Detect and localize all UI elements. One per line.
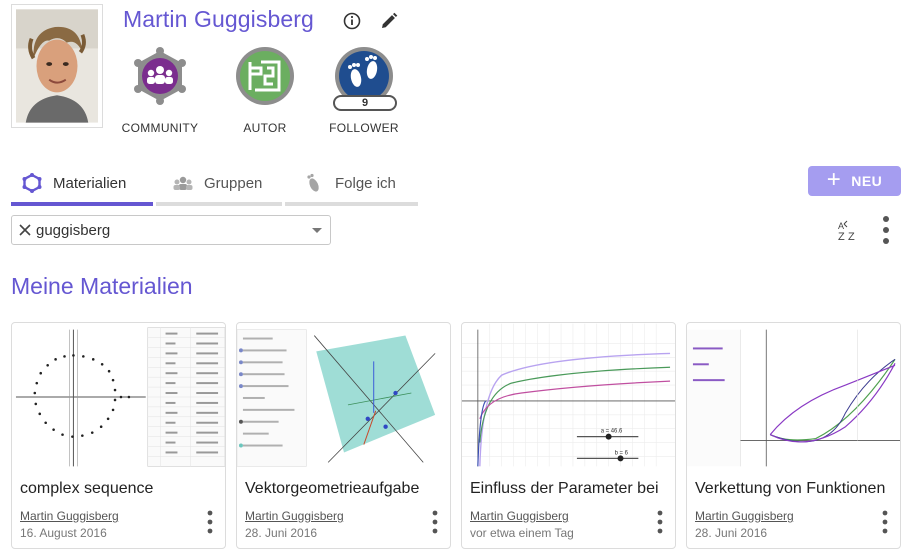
- thumbnail-image: a = 46.6 b = 6: [462, 323, 675, 467]
- svg-text:Z: Z: [848, 231, 855, 242]
- svg-text:b = 6: b = 6: [615, 450, 629, 456]
- badge-autor: AUTOR: [225, 46, 305, 135]
- material-card[interactable]: a = 46.6 b = 6 Einfluss der Parameter be…: [461, 322, 676, 549]
- material-thumbnail[interactable]: [687, 323, 900, 467]
- avatar-photo: [16, 9, 98, 123]
- material-author[interactable]: Martin Guggisberg: [470, 509, 569, 523]
- material-title[interactable]: Vektorgeometrieaufgabe: [245, 480, 446, 498]
- material-date: 28. Juni 2016: [695, 526, 768, 540]
- material-author[interactable]: Martin Guggisberg: [245, 509, 344, 523]
- pencil-icon[interactable]: [379, 11, 399, 31]
- badge-autor-label: AUTOR: [243, 121, 287, 135]
- material-author[interactable]: Martin Guggisberg: [20, 509, 119, 523]
- more-vert-icon[interactable]: [882, 510, 888, 534]
- badge-community-label: COMMUNITY: [121, 121, 199, 135]
- badge-follower: FOLLOWER: [324, 46, 404, 135]
- tab-materialien[interactable]: Materialien: [11, 160, 153, 206]
- more-vert-icon[interactable]: [880, 214, 892, 246]
- new-button[interactable]: + NEU: [808, 166, 901, 196]
- material-date: 28. Juni 2016: [245, 526, 318, 540]
- tab-materialien-indicator: [11, 202, 153, 206]
- svg-text:A: A: [838, 221, 844, 231]
- tab-gruppen[interactable]: Gruppen: [156, 160, 282, 206]
- follower-count[interactable]: 9: [333, 95, 397, 111]
- tab-folge-ich-label: Folge ich: [335, 174, 396, 192]
- more-vert-icon[interactable]: [207, 510, 213, 534]
- profile-name: Martin Guggisberg: [123, 6, 314, 32]
- material-date: vor etwa einem Tag: [470, 526, 574, 540]
- footprint-icon: [307, 173, 319, 192]
- tab-gruppen-label: Gruppen: [204, 174, 263, 192]
- author-icon: [236, 47, 294, 105]
- material-card[interactable]: Vektorgeometrieaufgabe Martin Guggisberg…: [236, 322, 451, 549]
- tab-materialien-label: Materialien: [53, 174, 127, 192]
- new-button-label: NEU: [851, 173, 883, 189]
- material-date: 16. August 2016: [20, 526, 107, 540]
- more-vert-icon[interactable]: [432, 510, 438, 534]
- caret-down-icon[interactable]: [312, 228, 322, 233]
- material-thumbnail[interactable]: [12, 323, 225, 467]
- section-title: Meine Materialien: [11, 273, 193, 299]
- material-title[interactable]: complex sequence: [20, 480, 221, 498]
- more-vert-icon[interactable]: [657, 510, 663, 534]
- svg-text:a = 46.6: a = 46.6: [601, 429, 623, 435]
- material-card[interactable]: Verkettung von Funktionen Martin Guggisb…: [686, 322, 901, 549]
- community-icon: [134, 47, 186, 105]
- tab-folge-ich[interactable]: Folge ich: [285, 160, 418, 206]
- material-author[interactable]: Martin Guggisberg: [695, 509, 794, 523]
- avatar[interactable]: [11, 4, 103, 128]
- svg-text:Z: Z: [838, 231, 845, 242]
- material-card[interactable]: complex sequence Martin Guggisberg 16. A…: [11, 322, 226, 549]
- materials-icon: [22, 173, 42, 193]
- material-title[interactable]: Einfluss der Parameter bei: [470, 480, 671, 498]
- material-title[interactable]: Verkettung von Funktionen: [695, 480, 896, 498]
- thumbnail-image: [687, 323, 900, 467]
- badge-follower-label: FOLLOWER: [329, 121, 399, 135]
- material-thumbnail[interactable]: a = 46.6 b = 6: [462, 323, 675, 467]
- material-thumbnail[interactable]: [237, 323, 450, 467]
- close-icon[interactable]: [18, 223, 32, 237]
- tab-gruppen-indicator: [156, 202, 282, 206]
- filter-select[interactable]: guggisberg: [11, 215, 331, 245]
- sort-az-icon[interactable]: A Z Z: [836, 220, 862, 242]
- thumbnail-image: [12, 323, 225, 467]
- tab-folge-ich-indicator: [285, 202, 418, 206]
- thumbnail-image: [237, 323, 450, 467]
- groups-icon: [173, 176, 193, 190]
- info-icon[interactable]: [342, 11, 362, 31]
- badge-community: COMMUNITY: [120, 46, 200, 135]
- plus-icon: +: [826, 165, 842, 193]
- filter-value: guggisberg: [36, 221, 111, 239]
